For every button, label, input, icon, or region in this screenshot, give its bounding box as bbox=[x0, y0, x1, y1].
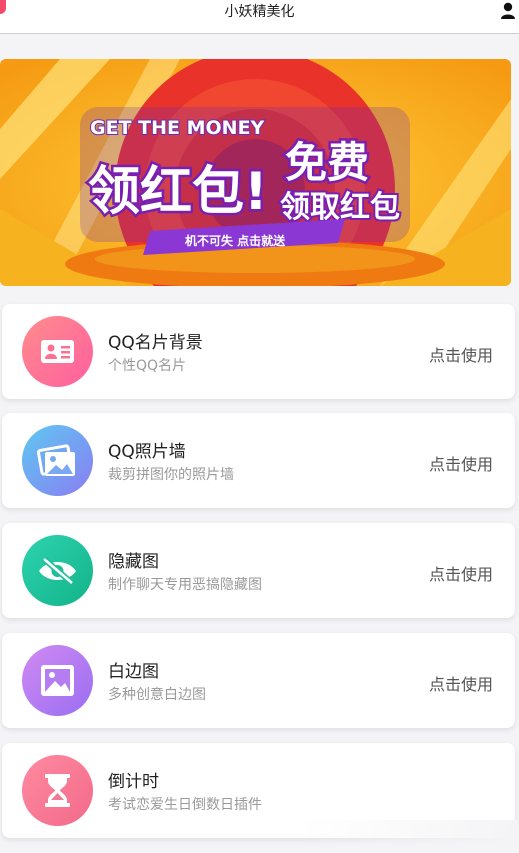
feature-desc: 个性QQ名片 bbox=[108, 358, 187, 374]
photo-wall-icon bbox=[22, 425, 93, 496]
use-button[interactable]: 点击使用 bbox=[429, 561, 493, 585]
page-title: 小妖精美化 bbox=[224, 4, 295, 20]
feature-name: QQ照片墙 bbox=[108, 442, 186, 462]
use-button[interactable]: 点击使用 bbox=[429, 451, 493, 475]
banner-top-text: GET THE MONEY bbox=[90, 117, 265, 139]
feature-name: 隐藏图 bbox=[108, 552, 159, 572]
feature-name: 倒计时 bbox=[108, 772, 159, 792]
user-icon[interactable] bbox=[501, 2, 515, 20]
feature-card-qq-photo-wall[interactable]: QQ照片墙 裁剪拼图你的照片墙 点击使用 bbox=[2, 413, 515, 508]
bottom-fade bbox=[300, 820, 519, 853]
use-button[interactable]: 点击使用 bbox=[429, 342, 493, 366]
feature-desc: 考试恋爱生日倒数日插件 bbox=[108, 797, 262, 813]
feature-card-hidden-image[interactable]: 隐藏图 制作聊天专用恶搞隐藏图 点击使用 bbox=[2, 523, 515, 618]
feature-desc: 多种创意白边图 bbox=[108, 687, 206, 703]
top-bar: 小妖精美化 bbox=[0, 0, 519, 34]
image-frame-icon bbox=[22, 645, 93, 716]
hourglass-icon bbox=[22, 755, 93, 826]
banner-ribbon-text: 机不可失 点击就送 bbox=[185, 233, 286, 248]
feature-card-qq-card-background[interactable]: QQ名片背景 个性QQ名片 点击使用 bbox=[2, 304, 515, 399]
id-card-icon bbox=[22, 316, 93, 387]
feature-name: QQ名片背景 bbox=[108, 333, 203, 353]
banner-main-text: 领红包! bbox=[88, 162, 268, 222]
feature-desc: 制作聊天专用恶搞隐藏图 bbox=[108, 577, 262, 593]
promo-banner[interactable]: GET THE MONEY 领红包! 免费 领取红包 机不可失 点击就送 bbox=[0, 59, 511, 286]
feature-name: 白边图 bbox=[108, 662, 159, 682]
eye-off-icon bbox=[22, 535, 93, 606]
banner-free-text: 免费 bbox=[285, 138, 369, 187]
use-button[interactable]: 点击使用 bbox=[429, 671, 493, 695]
feature-desc: 裁剪拼图你的照片墙 bbox=[108, 467, 234, 483]
feature-card-white-border-image[interactable]: 白边图 多种创意白边图 点击使用 bbox=[2, 633, 515, 728]
